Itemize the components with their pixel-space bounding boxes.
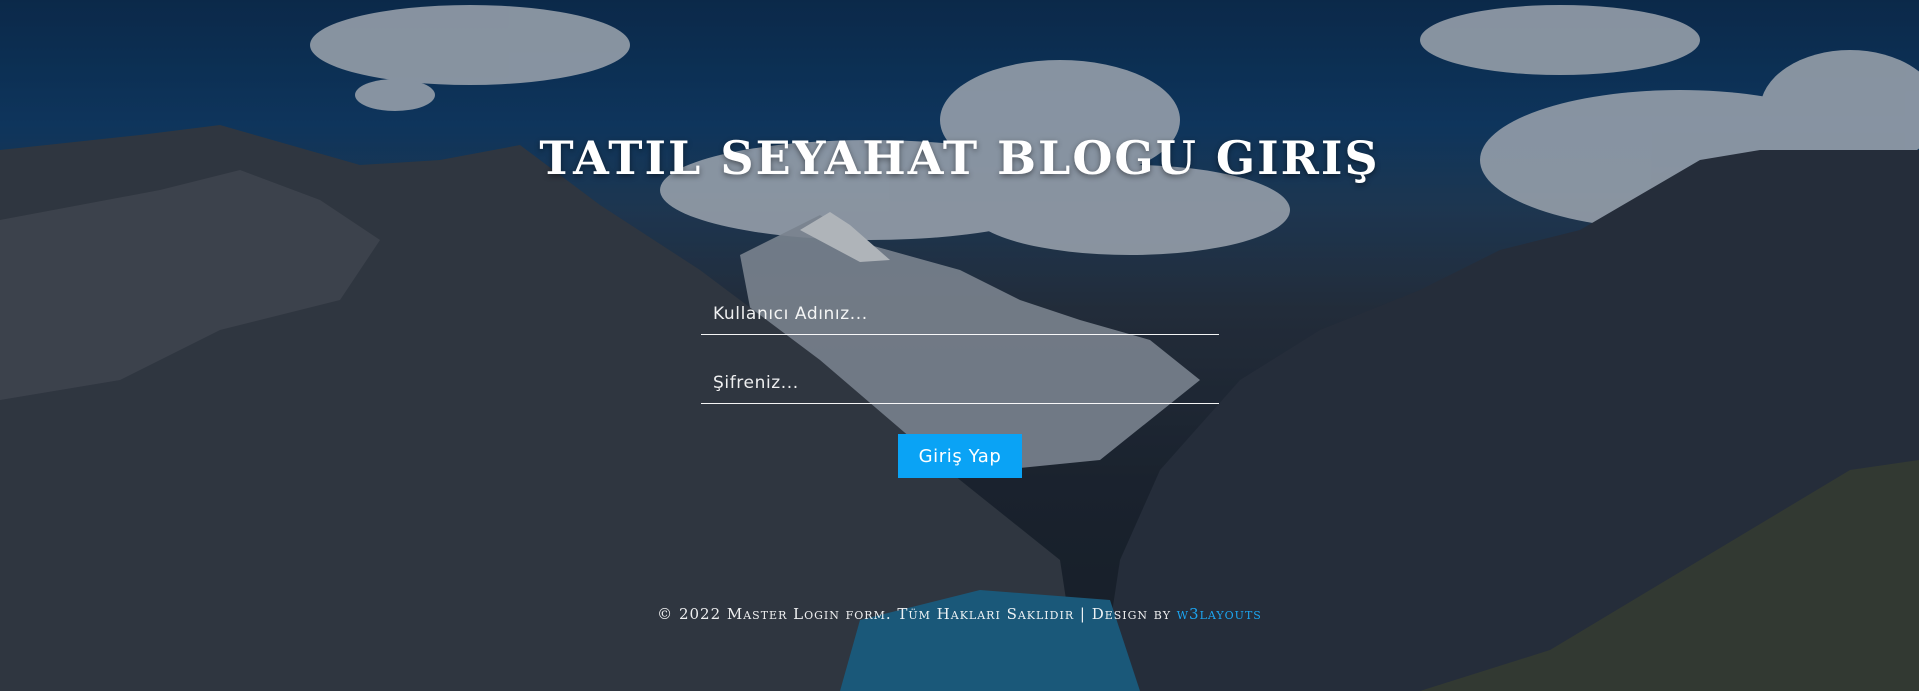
login-button[interactable]: Giriş Yap — [898, 434, 1022, 478]
password-field-wrapper — [701, 361, 1219, 404]
submit-wrapper: Giriş Yap — [701, 434, 1219, 478]
username-input[interactable] — [711, 298, 1209, 330]
copyright-text: © 2022 Master Login form. Tüm Hakları Sa… — [657, 605, 1171, 623]
w3layouts-link[interactable]: w3layouts — [1177, 605, 1262, 623]
footer: © 2022 Master Login form. Tüm Hakları Sa… — [0, 605, 1919, 623]
page-title: TATIL SEYAHAT BLOGU GIRIŞ — [539, 130, 1380, 185]
login-form: Giriş Yap — [701, 292, 1219, 478]
username-field-wrapper — [701, 292, 1219, 335]
password-input[interactable] — [711, 367, 1209, 399]
